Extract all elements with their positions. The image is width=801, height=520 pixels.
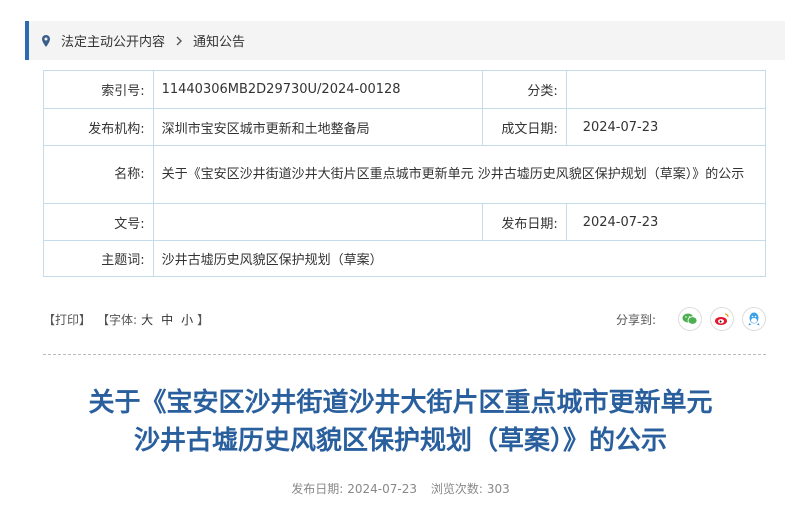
name-value: 关于《宝安区沙井街道沙井大街片区重点城市更新单元 沙井古墟历史风貌区保护规划（草… [152,145,767,204]
font-size-prefix: 【字体: [97,312,138,327]
index-label: 索引号: [43,70,154,109]
document-meta-table: 索引号: 11440306MB2D29730U/2024-00128 分类: 发… [43,70,767,277]
subject-label: 主题词: [43,240,154,277]
breadcrumb-item-legal-content[interactable]: 法定主动公开内容 [61,31,165,50]
index-value: 11440306MB2D29730U/2024-00128 [152,70,483,109]
wechat-icon[interactable] [678,307,702,331]
category-label: 分类: [481,70,567,109]
font-medium-button[interactable]: 中 [161,311,173,328]
category-value [565,70,767,109]
breadcrumb-item-notices[interactable]: 通知公告 [193,31,245,50]
share-area: 分享到: [616,307,766,331]
subject-value: 沙井古墟历史风貌区保护规划（草案） [152,240,767,277]
breadcrumb: 法定主动公开内容 通知公告 [25,21,785,60]
location-pin-icon [39,34,53,48]
publish-date-label: 发布日期: [291,482,344,496]
created-date-label: 成文日期: [481,108,567,146]
font-large-button[interactable]: 大 [141,311,153,328]
share-label: 分享到: [615,312,656,327]
views-value: 303 [486,482,510,496]
publish-date-value: 2024-07-23 [347,482,417,496]
views-label: 浏览次数: [430,482,483,496]
qq-icon[interactable] [742,307,766,331]
toolbar: 【打印】 【字体: 大 中 小 】 分享到: [43,305,766,333]
article-title-line2: 沙井古墟历史风貌区保护规划（草案）》的公示 [133,426,667,456]
created-date-value: 2024-07-23 [565,108,767,146]
dashed-divider [43,354,766,355]
print-button[interactable]: 【打印】 [43,311,91,328]
article-title-line1: 关于《宝安区沙井街道沙井大街片区重点城市更新单元 [88,388,713,418]
font-size-suffix: 】 [197,312,210,327]
font-small-button[interactable]: 小 [181,311,193,328]
name-label: 名称: [43,145,154,204]
article-meta: 发布日期: 2024-07-23 浏览次数: 303 [0,480,801,497]
org-value: 深圳市宝安区城市更新和土地整备局 [152,108,483,146]
doc-number-label: 文号: [43,203,154,241]
chevron-right-icon [175,36,183,46]
org-label: 发布机构: [43,108,154,146]
published-date-label: 发布日期: [481,203,567,241]
weibo-icon[interactable] [710,307,734,331]
doc-number-value [152,203,483,241]
article-title: 关于《宝安区沙井街道沙井大街片区重点城市更新单元 沙井古墟历史风貌区保护规划（草… [20,384,781,460]
published-date-value: 2024-07-23 [565,203,767,241]
